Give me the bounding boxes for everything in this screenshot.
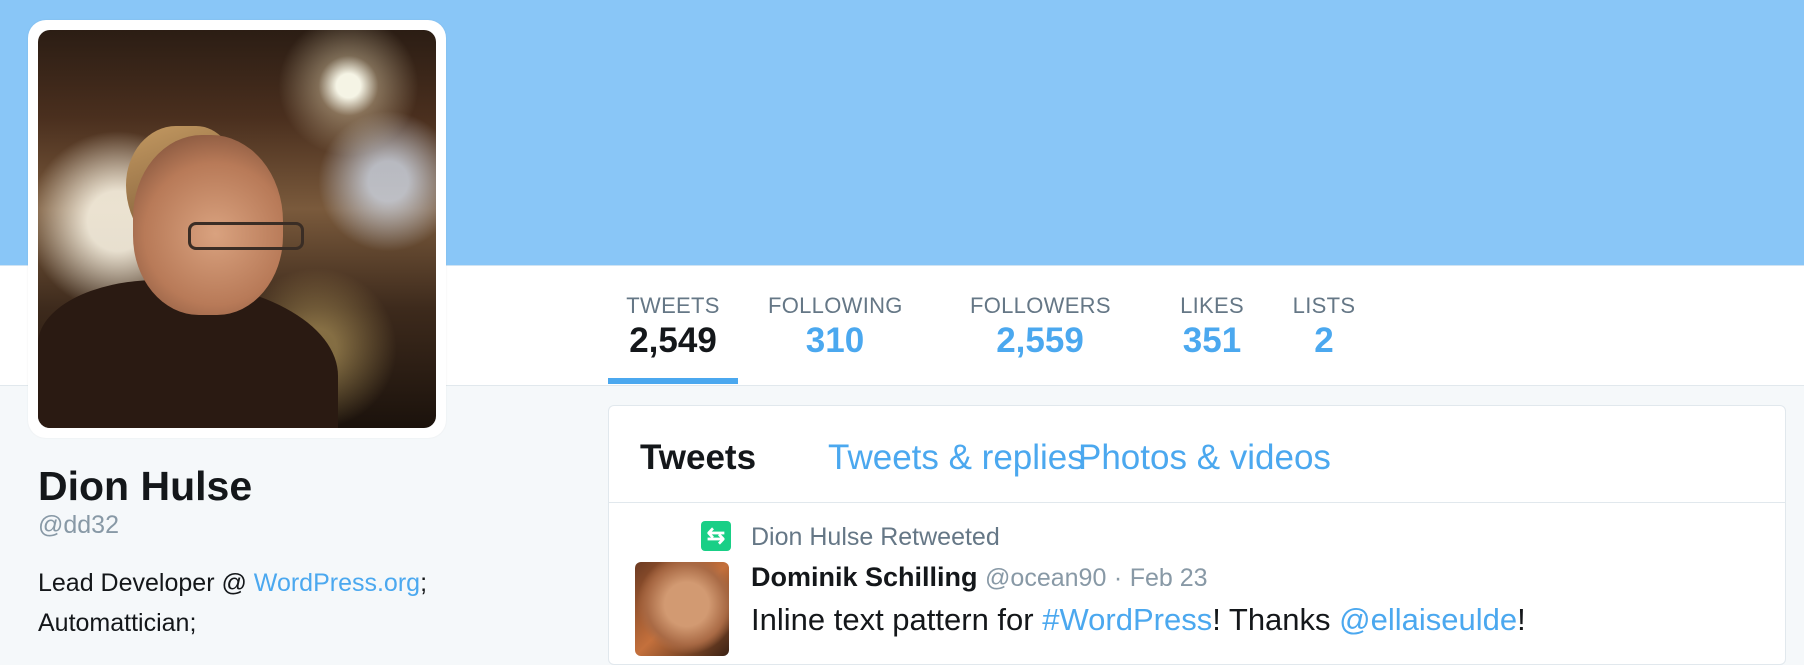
retweet-icon: ⇆ bbox=[701, 521, 731, 551]
tweet-date[interactable]: Feb 23 bbox=[1130, 564, 1208, 592]
profile-name[interactable]: Dion Hulse bbox=[38, 463, 252, 510]
stat-value: 2,559 bbox=[996, 321, 1084, 360]
stat-value: 2,549 bbox=[629, 321, 717, 360]
tweet-author-handle[interactable]: @ocean90 bbox=[985, 564, 1106, 592]
stat-label: LIKES bbox=[1180, 293, 1244, 318]
stat-likes[interactable]: LIKES 351 bbox=[1170, 265, 1254, 384]
stat-label: FOLLOWERS bbox=[970, 293, 1111, 318]
stat-label: TWEETS bbox=[626, 293, 720, 318]
stat-followers[interactable]: FOLLOWERS 2,559 bbox=[970, 265, 1111, 384]
tweet-author-name[interactable]: Dominik Schilling bbox=[751, 562, 978, 592]
stat-label: LISTS bbox=[1292, 293, 1356, 318]
avatar-glasses bbox=[188, 222, 304, 250]
timeline-card: Tweets Tweets & replies Photos & videos … bbox=[608, 405, 1786, 665]
tweet-hashtag[interactable]: #WordPress bbox=[1042, 602, 1212, 637]
stat-label: FOLLOWING bbox=[768, 293, 903, 318]
stat-value: 2 bbox=[1314, 321, 1334, 360]
profile-handle[interactable]: @dd32 bbox=[38, 511, 119, 540]
tweet-text-part: ! Thanks bbox=[1212, 602, 1340, 637]
profile-avatar[interactable] bbox=[28, 20, 446, 438]
tweet-mention[interactable]: @ellaiseulde bbox=[1339, 602, 1517, 637]
bio-link[interactable]: WordPress.org bbox=[254, 569, 420, 597]
stat-tweets[interactable]: TWEETS 2,549 bbox=[608, 265, 738, 384]
tweet-text: Inline text pattern for #WordPress! Than… bbox=[751, 602, 1526, 638]
tweet-text-part: ! bbox=[1517, 602, 1526, 637]
tab-photos-videos[interactable]: Photos & videos bbox=[1078, 438, 1331, 478]
stat-lists[interactable]: LISTS 2 bbox=[1292, 265, 1356, 384]
timeline-tabs: Tweets Tweets & replies Photos & videos bbox=[609, 406, 1785, 503]
tweet-separator: · bbox=[1113, 564, 1123, 592]
bio-text: Lead Developer @ bbox=[38, 569, 254, 597]
stat-value: 351 bbox=[1182, 321, 1242, 360]
avatar-photo bbox=[38, 30, 436, 428]
retweet-context-text[interactable]: Dion Hulse Retweeted bbox=[751, 523, 1000, 552]
stat-following[interactable]: FOLLOWING 310 bbox=[768, 265, 902, 384]
tweet-text-part: Inline text pattern for bbox=[751, 602, 1043, 637]
tab-tweets[interactable]: Tweets bbox=[640, 438, 756, 478]
bio-text-suffix: ; bbox=[420, 569, 428, 597]
tweet-header: Dominik Schilling @ocean90 · Feb 23 bbox=[751, 562, 1208, 593]
stat-value: 310 bbox=[805, 321, 865, 360]
profile-bio: Lead Developer @ WordPress.org; Automatt… bbox=[38, 563, 508, 643]
tab-tweets-replies[interactable]: Tweets & replies bbox=[828, 438, 1085, 478]
bio-line-2: Automattician; bbox=[38, 609, 197, 637]
